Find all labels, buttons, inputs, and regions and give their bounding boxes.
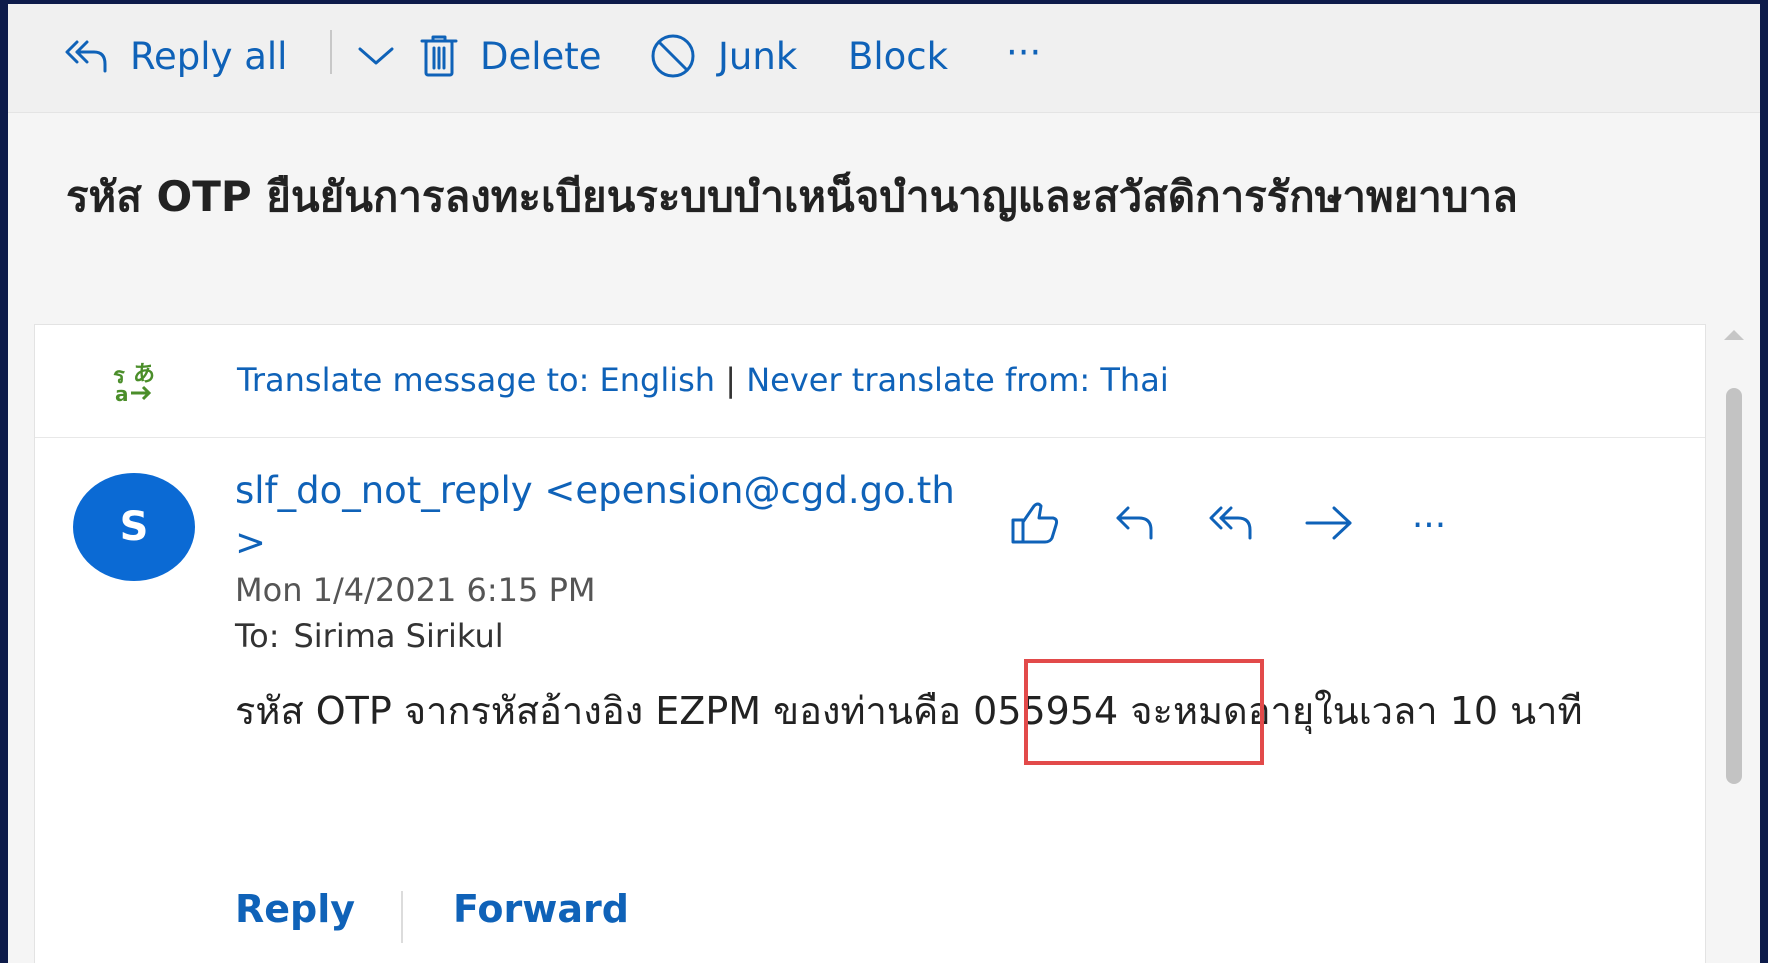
more-icon: ··· xyxy=(1411,504,1447,546)
message-actions: ··· xyxy=(1005,497,1485,553)
recipient-line: To: Sirima Sirikul xyxy=(235,617,504,655)
scrollbar-thumb[interactable] xyxy=(1726,388,1742,784)
more-actions-button[interactable]: ··· xyxy=(1006,22,1041,82)
trash-icon xyxy=(420,35,458,77)
forward-icon-button[interactable] xyxy=(1299,497,1359,553)
translate-bar: ร あ a Translate message to: English | Ne… xyxy=(35,325,1705,438)
translate-message-link[interactable]: Translate message to: English xyxy=(237,361,715,399)
junk-button[interactable]: Junk xyxy=(650,26,797,86)
reply-options-dropdown[interactable] xyxy=(358,26,394,86)
thumbs-up-icon xyxy=(1010,500,1060,550)
forward-button[interactable]: Forward xyxy=(453,887,629,931)
message-card: ร あ a Translate message to: English | Ne… xyxy=(34,324,1706,963)
reply-all-label: Reply all xyxy=(130,34,288,78)
reply-all-icon xyxy=(1208,504,1254,546)
message-date: Mon 1/4/2021 6:15 PM xyxy=(235,571,596,609)
translate-options: Translate message to: English | Never tr… xyxy=(237,361,1169,399)
otp-highlight-box xyxy=(1024,659,1264,765)
never-translate-link[interactable]: Never translate from: Thai xyxy=(746,361,1169,399)
block-circle-icon xyxy=(650,33,696,79)
reply-all-button[interactable]: Reply all xyxy=(64,26,287,86)
scroll-up-arrow[interactable] xyxy=(1724,330,1744,340)
reply-icon xyxy=(1115,504,1155,546)
reply-all-icon-button[interactable] xyxy=(1201,497,1261,553)
email-subject: รหัส OTP ยืนยันการลงทะเบียนระบบบำเหน็จบำ… xyxy=(66,172,1518,221)
block-button[interactable]: Block xyxy=(848,26,948,86)
forward-arrow-icon xyxy=(1304,504,1354,546)
delete-label: Delete xyxy=(480,34,602,78)
svg-text:a: a xyxy=(115,382,129,403)
translate-icon: ร あ a xyxy=(113,359,161,406)
toolbar: Reply all Delete Junk Block ··· xyxy=(8,4,1760,113)
block-label: Block xyxy=(848,34,949,78)
more-icon: ··· xyxy=(1006,30,1042,74)
svg-text:あ: あ xyxy=(133,362,155,387)
junk-label: Junk xyxy=(718,34,798,78)
like-button[interactable] xyxy=(1005,497,1065,553)
avatar: S xyxy=(73,473,195,581)
translate-separator: | xyxy=(725,361,737,399)
reply-icon-button[interactable] xyxy=(1105,497,1165,553)
reply-all-icon xyxy=(64,38,108,74)
toolbar-divider xyxy=(330,30,332,74)
to-label: To: xyxy=(235,617,280,655)
delete-button[interactable]: Delete xyxy=(420,26,602,86)
chevron-down-icon xyxy=(358,46,394,66)
reply-button[interactable]: Reply xyxy=(235,887,355,931)
message-more-button[interactable]: ··· xyxy=(1399,497,1459,553)
mail-window: Reply all Delete Junk Block ··· รหัส OTP… xyxy=(8,4,1760,963)
sender[interactable]: slf_do_not_reply <epension@cgd.go.th> xyxy=(235,465,955,569)
footer-divider xyxy=(401,891,403,943)
message-body: รหัส OTP จากรหัสอ้างอิง EZPM ของท่านคือ … xyxy=(235,689,1583,733)
recipient-name[interactable]: Sirima Sirikul xyxy=(293,617,503,655)
